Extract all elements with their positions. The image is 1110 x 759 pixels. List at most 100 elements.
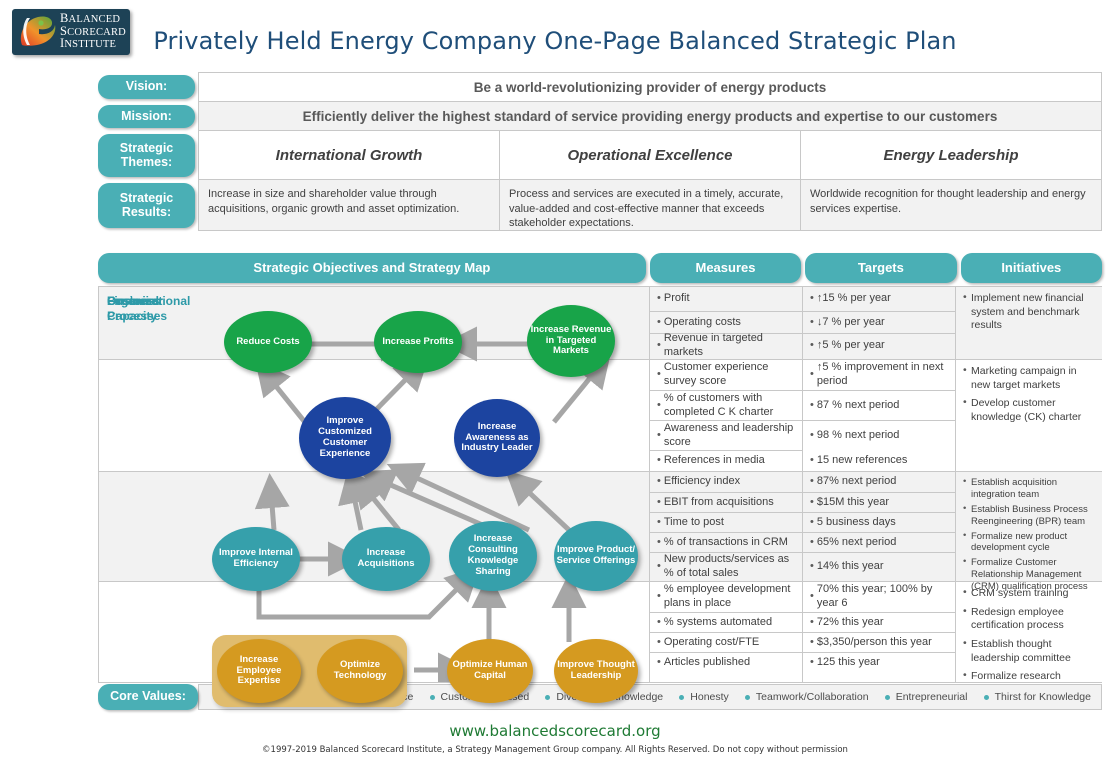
measure-cell: • Efficiency index (657, 475, 741, 488)
initiatives-business-processes: Establish acquisition integration team E… (956, 471, 1102, 592)
strategic-results-label: Strategic Results: (98, 183, 195, 228)
measure-cell: • EBIT from acquisitions (650, 492, 802, 512)
targets-financial: • ↑15 % per year • ↓7 % per year • ↑5 % per… (803, 287, 955, 359)
strategic-results-body: Increase in size and shareholder value t… (198, 180, 1102, 231)
initiative-item: Establish thought leadership committee (963, 637, 1097, 665)
measure-cell: • Operating cost/FTE (650, 632, 802, 652)
targets-column: • ↑15 % per year • ↓7 % per year • ↑5 % per… (803, 287, 956, 682)
copyright-text: ©1997-2019 Balanced Scorecard Institute,… (262, 745, 848, 755)
website-link[interactable]: www.balancedscorecard.org (0, 722, 1110, 740)
result-2: Process and services are executed in a t… (499, 180, 800, 230)
measure-cell: •% of customers with completed C K chart… (650, 390, 802, 420)
target-cell: • ↑5 % improvement in next period (810, 361, 944, 387)
target-cell: • 15 new references (810, 453, 908, 466)
target-cell: • 98 % next period (803, 420, 955, 450)
objective-reduce-costs[interactable]: Reduce Costs (224, 311, 312, 373)
strategic-plan-header-block: Vision: Be a world-revolutionizing provi… (98, 72, 1102, 231)
targets-organizational-capacity: • 70% this year; 100% by year 6 • 72% this… (803, 581, 955, 682)
measures-financial: • Profit • Operating costs • Revenue in tar… (650, 287, 802, 359)
target-cell: • 87 % next period (803, 390, 955, 420)
bullet-dot-icon (429, 694, 435, 700)
objective-increase-consulting-knowledge-sharing[interactable]: Increase Consulting Knowledge Sharing (449, 521, 537, 591)
target-cell: • 70% this year; 100% by year 6 (810, 583, 933, 609)
target-cell: • 72% this year (803, 612, 955, 632)
initiative-item: Establish acquisition integration team (963, 476, 1097, 501)
objective-increase-employee-expertise[interactable]: Increase Employee Expertise (217, 639, 301, 703)
measure-cell: • References in media (650, 450, 802, 471)
vision-row: Vision: Be a world-revolutionizing provi… (98, 72, 1102, 102)
initiative-item: Formalize new product development cycle (963, 530, 1097, 555)
bullet-dot-icon (744, 694, 750, 700)
initiatives-organizational-capacity: CRM system training Redesign employee ce… (956, 581, 1102, 696)
theme-2: Operational Excellence (499, 131, 800, 179)
result-3: Worldwide recognition for thought leader… (800, 180, 1101, 230)
objective-improve-internal-efficiency[interactable]: Improve Internal Efficiency (212, 527, 300, 591)
mission-text: Efficiently deliver the highest standard… (302, 108, 998, 124)
initiative-item: Develop customer knowledge (CK) charter (963, 396, 1097, 424)
initiative-item: CRM system training (963, 586, 1097, 601)
mission-row: Mission: Efficiently deliver the highest… (98, 102, 1102, 131)
target-cell: • $15M this year (803, 492, 955, 512)
initiative-item: Implement new financial system and bench… (963, 291, 1097, 333)
vision-label: Vision: (98, 75, 195, 99)
measure-cell: • Operating costs (650, 311, 802, 333)
header-initiatives: Initiatives (960, 253, 1103, 283)
measure-cell: • Time to post (650, 512, 802, 532)
result-1: Increase in size and shareholder value t… (208, 188, 460, 215)
mission-label: Mission: (98, 105, 195, 128)
header-targets: Targets (805, 253, 957, 283)
objective-improve-thought-leadership[interactable]: Improve Thought Leadership (554, 639, 638, 703)
measures-organizational-capacity: •% employee development plans in place •… (650, 581, 802, 682)
scorecard-grid: Financial Customer Business Processes Org… (98, 286, 1102, 707)
initiatives-customer: Marketing campaign in new target markets… (956, 359, 1102, 471)
objective-increase-revenue-targeted-markets[interactable]: Increase Revenue in Targeted Markets (527, 305, 615, 377)
measure-cell: • Articles published (650, 652, 802, 672)
measure-cell: • Revenue in targeted markets (650, 332, 802, 358)
initiative-item: Marketing campaign in new target markets (963, 364, 1097, 392)
objective-optimize-human-capital[interactable]: Optimize Human Capital (447, 639, 533, 703)
target-cell: • 5 business days (803, 512, 955, 532)
objective-optimize-technology[interactable]: Optimize Technology (317, 639, 403, 703)
strategic-themes-label-cell: Strategic Themes: (98, 131, 198, 180)
scorecard-header-row: Strategic Objectives and Strategy Map Me… (98, 253, 1103, 283)
objective-improve-product-service-offerings[interactable]: Improve Product/ Service Offerings (554, 521, 638, 591)
measure-cell: • New products/services as % of total sal… (650, 552, 802, 580)
strategic-results-row: Strategic Results: Increase in size and s… (98, 180, 1102, 231)
initiative-item: Redesign employee certification process (963, 605, 1097, 633)
target-cell: • 125 this year (803, 652, 955, 672)
page-title: Privately Held Energy Company One-Page B… (153, 27, 957, 55)
targets-customer: • ↑5 % improvement in next period • 87 % n… (803, 359, 955, 471)
measure-cell: •% employee development plans in place (657, 583, 791, 609)
measure-cell: •% of transactions in CRM (650, 532, 802, 552)
header-strategy-map: Strategic Objectives and Strategy Map (98, 253, 646, 283)
target-cell: • ↓7 % per year (803, 311, 955, 333)
measure-cell: • Awareness and leadership score (650, 420, 802, 450)
objective-increase-acquisitions[interactable]: Increase Acquisitions (342, 527, 430, 591)
bullet-dot-icon (983, 694, 989, 700)
targets-business-processes: • 87% next period • $15M this year • 5 busi… (803, 471, 955, 581)
balanced-scorecard: Strategic Objectives and Strategy Map Me… (98, 253, 1103, 707)
bullet-dot-icon (884, 694, 890, 700)
core-value-item: Entrepreneurial (884, 691, 967, 703)
strategic-themes-body: International Growth Operational Excelle… (198, 131, 1102, 180)
strategic-themes-row: Strategic Themes: International Growth Op… (98, 131, 1102, 180)
measure-cell: • Profit (657, 292, 690, 305)
core-value-item: Teamwork/Collaboration (744, 691, 869, 703)
vision-text: Be a world-revolutionizing provider of e… (473, 79, 827, 95)
measure-cell: • Customer experience survey score (657, 361, 769, 387)
theme-3: Energy Leadership (800, 131, 1101, 179)
bullet-dot-icon (679, 694, 685, 700)
objective-increase-awareness-industry-leader[interactable]: Increase Awareness as Industry Leader (454, 399, 540, 477)
core-value-item: Thirst for Knowledge (983, 691, 1091, 703)
target-cell: • ↑15 % per year (810, 292, 891, 305)
target-cell: • 87% next period (810, 475, 897, 488)
objective-improve-customized-customer-experience[interactable]: Improve Customized Customer Experience (299, 397, 391, 479)
initiatives-financial: Implement new financial system and bench… (956, 287, 1102, 359)
core-value-item: Honesty (679, 691, 729, 703)
core-values-label: Core Values: (98, 684, 198, 710)
strategic-results-label-cell: Strategic Results: (98, 180, 198, 231)
initiatives-column: Implement new financial system and bench… (956, 287, 1102, 696)
vision-label-cell: Vision: (98, 72, 198, 102)
objective-increase-profits[interactable]: Increase Profits (374, 311, 462, 373)
initiative-item: Establish Business Process Reengineering… (963, 503, 1097, 528)
